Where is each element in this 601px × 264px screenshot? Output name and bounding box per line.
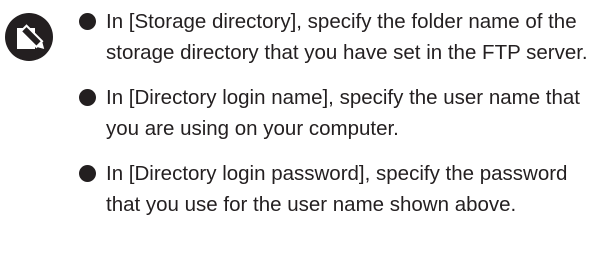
note-pencil-icon [5, 13, 53, 61]
note-item: In [Directory login name], specify the u… [79, 82, 594, 144]
note-list: In [Storage directory], specify the fold… [79, 6, 594, 220]
note-text: In [Storage directory], specify the fold… [106, 10, 588, 64]
bullet [79, 13, 96, 30]
note-text: In [Directory login password], specify t… [106, 162, 568, 216]
note-text: In [Directory login name], specify the u… [106, 86, 581, 140]
bullet [79, 165, 96, 182]
note-item: In [Directory login password], specify t… [79, 158, 594, 220]
bullet [79, 89, 96, 106]
note-item: In [Storage directory], specify the fold… [79, 6, 594, 68]
